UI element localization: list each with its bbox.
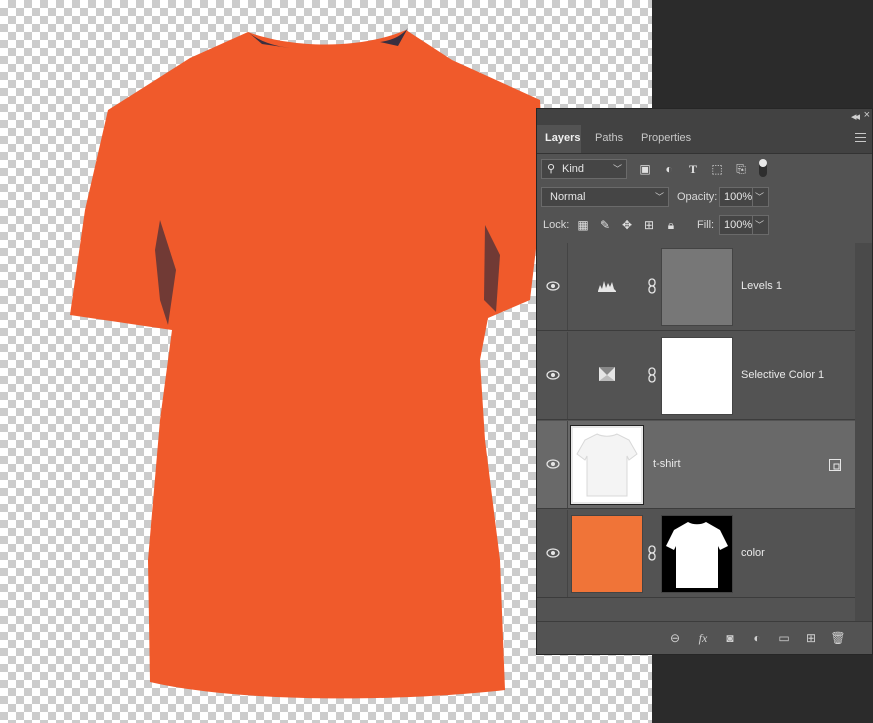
opacity-field[interactable]: 100% ﹀ xyxy=(719,187,769,207)
visibility-eye-icon[interactable] xyxy=(546,280,560,292)
smart-object-filter-icon[interactable]: ⎘ xyxy=(733,161,749,177)
layer-name[interactable]: Levels 1 xyxy=(741,280,782,292)
kind-label: Kind xyxy=(562,163,585,175)
fill-value: 100% xyxy=(724,219,753,231)
layers-scrollbar[interactable] xyxy=(855,243,872,623)
close-panel-icon[interactable]: × xyxy=(864,109,870,121)
blend-row: Normal ﹀ Opacity: 100% ﹀ xyxy=(537,185,872,209)
lock-image-pixels-icon[interactable]: ✎ xyxy=(597,217,613,233)
levels-icon xyxy=(598,281,616,292)
lock-artboard-icon[interactable]: ⊞ xyxy=(641,217,657,233)
layer-name[interactable]: Selective Color 1 xyxy=(741,369,824,381)
selective-color-icon xyxy=(599,367,615,381)
lock-label: Lock: xyxy=(543,219,570,231)
layer-name[interactable]: color xyxy=(741,547,765,559)
new-group-folder-icon[interactable]: ▭ xyxy=(776,630,792,646)
lock-position-icon[interactable]: ✥ xyxy=(619,217,635,233)
tab-layers[interactable]: Layers xyxy=(537,125,581,153)
visibility-eye-icon[interactable] xyxy=(546,458,560,470)
tshirt-thumbnail-icon xyxy=(576,433,638,497)
kind-filter-dropdown[interactable]: ⚲ Kind ﹀ xyxy=(541,159,627,179)
layer-divider xyxy=(567,510,568,597)
lock-transparent-pixels-icon[interactable]: ▦ xyxy=(575,217,591,233)
pixel-filter-icon[interactable]: ▣ xyxy=(637,161,653,177)
layers-bottom-toolbar: ⊖ fx ◙ ◐ ▭ ⊞ 🗑︎ xyxy=(537,621,872,654)
collapse-icon[interactable]: ◂◂ xyxy=(851,110,860,123)
layer-divider xyxy=(567,421,568,508)
link-chain-icon[interactable] xyxy=(647,545,657,561)
layers-panel: ◂◂ × Layers Paths Properties ⚲ Kind ﹀ ▣ … xyxy=(536,108,873,655)
delete-layer-trash-icon[interactable]: 🗑︎ xyxy=(830,630,846,646)
chevron-down-icon: ﹀ xyxy=(654,192,664,202)
panel-menu-icon[interactable] xyxy=(855,133,866,142)
layer-color[interactable]: color xyxy=(537,510,855,598)
fill-label: Fill: xyxy=(697,219,715,231)
chevron-down-icon: ﹀ xyxy=(751,188,764,206)
lock-all-icon[interactable]: 🔒︎ xyxy=(663,217,679,233)
opacity-label: Opacity: xyxy=(677,191,718,203)
layer-thumbnail[interactable] xyxy=(570,425,644,505)
layer-divider xyxy=(567,243,568,330)
layer-mask-thumbnail[interactable] xyxy=(661,515,733,593)
fill-field[interactable]: 100% ﹀ xyxy=(719,215,769,235)
visibility-eye-icon[interactable] xyxy=(546,369,560,381)
link-layers-icon[interactable]: ⊖ xyxy=(667,630,683,646)
chevron-down-icon: ﹀ xyxy=(612,164,622,174)
smart-object-icon xyxy=(829,459,841,471)
panel-tabs: Layers Paths Properties xyxy=(537,125,872,154)
tab-properties[interactable]: Properties xyxy=(633,125,699,153)
link-chain-icon[interactable] xyxy=(647,278,657,294)
new-layer-icon[interactable]: ⊞ xyxy=(803,630,819,646)
layer-mask-thumbnail[interactable] xyxy=(661,248,733,326)
link-chain-icon[interactable] xyxy=(647,367,657,383)
layer-name[interactable]: t-shirt xyxy=(653,458,681,470)
blend-mode-dropdown[interactable]: Normal ﹀ xyxy=(541,187,669,207)
visibility-eye-icon[interactable] xyxy=(546,547,560,559)
blend-mode-value: Normal xyxy=(550,191,586,203)
adjustment-layer-icon[interactable]: ◐ xyxy=(749,630,765,646)
layer-selective-color-1[interactable]: Selective Color 1 xyxy=(537,332,855,420)
layer-levels-1[interactable]: Levels 1 xyxy=(537,243,855,331)
layer-mask-thumbnail[interactable] xyxy=(661,337,733,415)
filter-toggle-icon[interactable] xyxy=(759,159,767,177)
add-mask-icon[interactable]: ◙ xyxy=(722,630,738,646)
tab-paths[interactable]: Paths xyxy=(587,125,631,153)
tshirt-mask-icon xyxy=(666,522,728,588)
layer-style-fx-icon[interactable]: fx xyxy=(695,630,711,646)
search-icon: ⚲ xyxy=(547,163,556,175)
type-filter-icon[interactable]: T xyxy=(685,161,701,177)
lock-row: Lock: ▦ ✎ ✥ ⊞ 🔒︎ Fill: 100% ﹀ xyxy=(537,213,872,237)
opacity-value: 100% xyxy=(724,191,753,203)
panel-header: ◂◂ × xyxy=(537,109,872,125)
filter-row: ⚲ Kind ﹀ ▣ ◐ T ⬚ ⎘ xyxy=(537,157,872,181)
adjustment-filter-icon[interactable]: ◐ xyxy=(661,161,677,177)
layer-divider xyxy=(567,332,568,419)
color-fill-thumbnail[interactable] xyxy=(571,515,643,593)
layer-t-shirt[interactable]: t-shirt xyxy=(537,421,855,509)
shape-filter-icon[interactable]: ⬚ xyxy=(709,161,725,177)
chevron-down-icon: ﹀ xyxy=(751,216,764,234)
